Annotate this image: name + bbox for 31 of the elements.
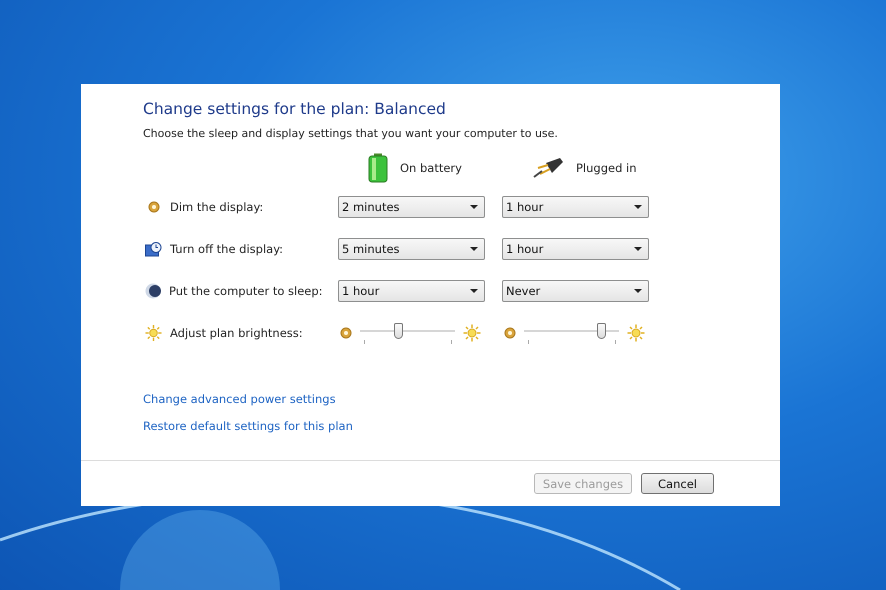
column-heading: Plugged in <box>576 161 637 175</box>
monitor-clock-icon <box>145 242 162 256</box>
timeout-dropdown[interactable]: Never <box>502 280 649 302</box>
slider-thumb[interactable] <box>596 323 606 339</box>
battery-icon <box>368 153 388 183</box>
page-title: Change settings for the plan: Balanced <box>143 100 447 118</box>
dim-sun-icon <box>504 327 516 339</box>
timeout-dropdown[interactable]: 1 hour <box>502 196 649 218</box>
page-description: Choose the sleep and display settings that you want your computer to use. <box>143 127 559 140</box>
slider-thumb[interactable] <box>394 323 403 339</box>
setting-label: Put the computer to sleep: <box>169 284 323 298</box>
dim-sun-icon <box>340 327 352 339</box>
timeout-dropdown[interactable]: 2 minutes <box>338 196 485 218</box>
bright-sun-icon <box>627 324 645 342</box>
bright-sun-icon <box>463 324 481 342</box>
timeout-dropdown[interactable]: 1 hour <box>502 238 649 260</box>
setting-label: Adjust plan brightness: <box>170 326 303 340</box>
setting-label: Turn off the display: <box>170 242 284 256</box>
timeout-dropdown[interactable]: 1 hour <box>338 280 485 302</box>
setting-label: Dim the display: <box>170 200 264 214</box>
cancel-button[interactable]: Cancel <box>641 473 714 494</box>
dim-display-icon <box>148 201 160 213</box>
settings-link[interactable]: Change advanced power settings <box>143 392 336 406</box>
power-plug-icon <box>532 157 564 179</box>
moon-icon <box>145 283 161 299</box>
column-heading: On battery <box>400 161 462 175</box>
brightness-icon <box>145 324 162 342</box>
brightness-slider[interactable] <box>524 323 619 343</box>
timeout-dropdown[interactable]: 5 minutes <box>338 238 485 260</box>
brightness-slider[interactable] <box>360 323 455 343</box>
settings-link[interactable]: Restore default settings for this plan <box>143 419 353 433</box>
